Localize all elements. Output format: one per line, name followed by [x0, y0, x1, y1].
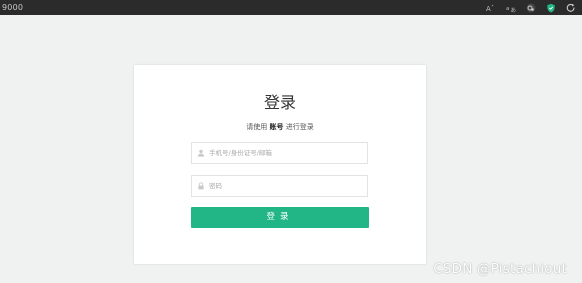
extensions-icon[interactable]: [526, 3, 536, 13]
username-input[interactable]: [209, 149, 359, 157]
browser-toolbar: 9000 A * a あ: [0, 0, 582, 15]
read-aloud-icon[interactable]: A *: [486, 3, 496, 13]
svg-text:A: A: [486, 5, 491, 13]
svg-text:a: a: [506, 6, 509, 12]
username-field[interactable]: [191, 142, 368, 164]
address-bar-text[interactable]: 9000: [2, 1, 23, 14]
shield-icon[interactable]: [546, 3, 556, 13]
password-input[interactable]: [209, 182, 359, 190]
svg-text:*: *: [492, 4, 494, 9]
svg-text:あ: あ: [511, 7, 517, 13]
lock-icon: [196, 181, 206, 191]
toolbar-icons: A * a あ: [486, 0, 576, 15]
login-title: 登录: [263, 93, 296, 112]
user-icon: [196, 148, 206, 158]
login-button[interactable]: 登录: [191, 207, 369, 228]
subtitle-emphasis: 账号: [269, 123, 284, 131]
watermark-text: CSDN @Pistachiout: [433, 261, 567, 277]
password-field[interactable]: [191, 175, 368, 197]
login-card: 登录 请使用 账号 进行登录 登录: [134, 65, 426, 264]
translate-icon[interactable]: a あ: [506, 3, 516, 13]
subtitle-prefix: 请使用: [246, 123, 268, 131]
refresh-icon[interactable]: [566, 3, 576, 13]
subtitle-suffix: 进行登录: [285, 123, 314, 131]
login-subtitle: 请使用 账号 进行登录: [134, 122, 426, 132]
